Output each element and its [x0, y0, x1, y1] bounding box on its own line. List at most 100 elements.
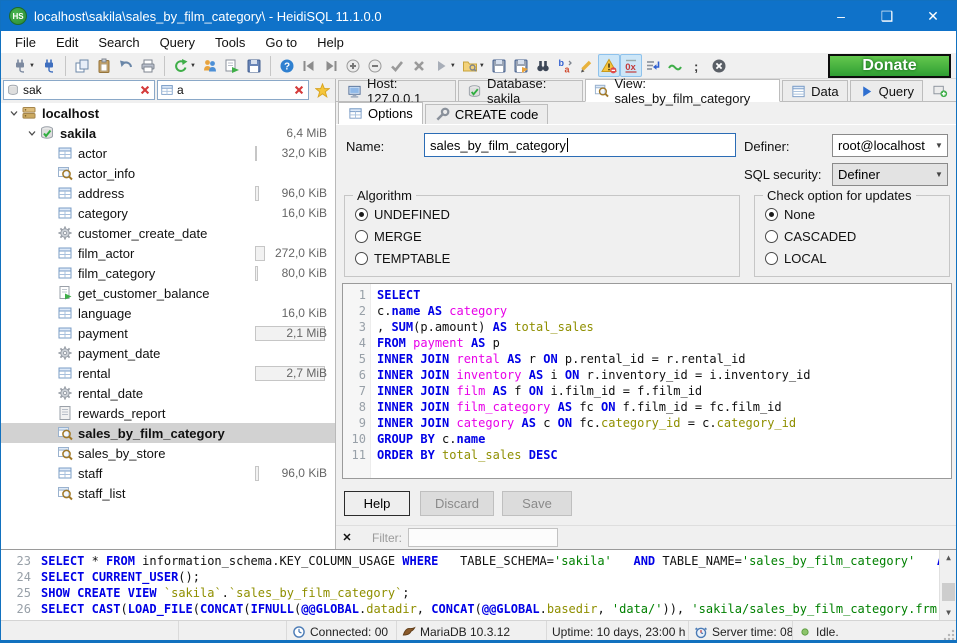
save-button[interactable]: Save	[502, 491, 572, 516]
tree-item-actor-info[interactable]: actor_info	[1, 163, 335, 183]
menu-item-query[interactable]: Query	[150, 33, 205, 52]
definer-combobox[interactable]: root@localhost▼	[832, 134, 948, 157]
log-scrollbar[interactable]: ▲ ▼	[939, 550, 956, 620]
tree-item-rental[interactable]: rental2,7 MiB	[1, 363, 335, 383]
export-database-button[interactable]	[221, 54, 243, 77]
save-sql-as-button[interactable]	[510, 54, 532, 77]
tree-item-address[interactable]: address96,0 KiB	[1, 183, 335, 203]
help-button[interactable]: ?	[276, 54, 298, 77]
refresh-button[interactable]: ▼	[170, 54, 199, 77]
check-option-radio-cascaded[interactable]: CASCADED	[765, 229, 856, 244]
menu-item-file[interactable]: File	[5, 33, 46, 52]
new-query-tab-button[interactable]	[925, 80, 956, 101]
expander-collapse[interactable]	[25, 127, 39, 139]
scroll-down-arrow[interactable]: ▼	[940, 605, 956, 620]
tree-item-film-category[interactable]: film_category80,0 KiB	[1, 263, 335, 283]
first-row-button[interactable]	[298, 54, 320, 77]
tree-item-category[interactable]: category16,0 KiB	[1, 203, 335, 223]
tab-query[interactable]: Query	[850, 80, 923, 101]
chevron-down-icon[interactable]: ▼	[479, 63, 485, 69]
tree-item-rewards-report[interactable]: rewards_report	[1, 403, 335, 423]
filter-input[interactable]	[408, 528, 558, 547]
print-button[interactable]	[137, 54, 159, 77]
paste-button[interactable]	[93, 54, 115, 77]
database-filter-input[interactable]: sak	[3, 80, 155, 100]
maximize-button[interactable]: ❑	[864, 1, 910, 31]
delete-row-button[interactable]	[364, 54, 386, 77]
view-sql-editor[interactable]: 1234567891011 SELECTc.name AS category, …	[342, 283, 952, 479]
tab-database-sakila[interactable]: Database: sakila	[458, 80, 583, 101]
delimiter-button[interactable]: ;	[686, 54, 708, 77]
clear-filter-button[interactable]	[290, 81, 308, 99]
radio-button[interactable]	[355, 252, 368, 265]
radio-button[interactable]	[355, 208, 368, 221]
close-button[interactable]: ✕	[910, 1, 956, 31]
chevron-down-icon[interactable]: ▼	[190, 63, 196, 69]
hex-view-button[interactable]: 0x	[620, 54, 642, 77]
tree-item-language[interactable]: language16,0 KiB	[1, 303, 335, 323]
highlight-button[interactable]	[576, 54, 598, 77]
run-query-button[interactable]: ▼	[430, 54, 459, 77]
sql-security-combobox[interactable]: Definer▼	[832, 163, 948, 186]
expander-collapse[interactable]	[7, 107, 21, 119]
tree-item-customer-create-date[interactable]: customer_create_date	[1, 223, 335, 243]
last-row-button[interactable]	[320, 54, 342, 77]
scroll-up-arrow[interactable]: ▲	[940, 550, 956, 565]
tree-item-payment-date[interactable]: payment_date	[1, 343, 335, 363]
tab-data[interactable]: Data	[782, 80, 847, 101]
menu-item-tools[interactable]: Tools	[205, 33, 255, 52]
clear-filter-button[interactable]	[136, 81, 154, 99]
user-manager-button[interactable]	[199, 54, 221, 77]
tree-item-sales-by-film-category[interactable]: sales_by_film_category	[1, 423, 335, 443]
scroll-thumb[interactable]	[942, 583, 955, 601]
warnings-button[interactable]	[598, 54, 620, 77]
menu-item-help[interactable]: Help	[307, 33, 354, 52]
view-name-input[interactable]: sales_by_film_category	[424, 133, 736, 157]
algorithm-radio-merge[interactable]: MERGE	[355, 229, 422, 244]
menu-item-edit[interactable]: Edit	[46, 33, 88, 52]
tree-item-get-customer-balance[interactable]: get_customer_balance	[1, 283, 335, 303]
subtab-create-code[interactable]: CREATE code	[425, 104, 549, 124]
menu-item-go-to[interactable]: Go to	[255, 33, 307, 52]
algorithm-radio-temptable[interactable]: TEMPTABLE	[355, 251, 450, 266]
tab-host-127-0-0-1[interactable]: Host: 127.0.0.1	[338, 80, 456, 101]
check-option-radio-local[interactable]: LOCAL	[765, 251, 827, 266]
load-sql-file-button[interactable]: ▼	[459, 54, 488, 77]
disconnect-button[interactable]	[38, 54, 60, 77]
algorithm-radio-undefined[interactable]: UNDEFINED	[355, 207, 450, 222]
radio-button[interactable]	[765, 252, 778, 265]
copy-database-button[interactable]	[243, 54, 265, 77]
post-changes-button[interactable]	[386, 54, 408, 77]
subtab-options[interactable]: Options	[338, 102, 423, 124]
tree-item-sales-by-store[interactable]: sales_by_store	[1, 443, 335, 463]
radio-button[interactable]	[355, 230, 368, 243]
filter-close-button[interactable]: ✕	[336, 531, 358, 544]
check-option-radio-none[interactable]: None	[765, 207, 815, 222]
tree-item-localhost[interactable]: localhost	[1, 103, 335, 123]
discard-button[interactable]: Discard	[420, 491, 494, 516]
find-button[interactable]	[532, 54, 554, 77]
table-filter-input[interactable]: a	[157, 80, 309, 100]
reformat-button[interactable]	[664, 54, 686, 77]
tree-item-staff-list[interactable]: staff_list	[1, 483, 335, 503]
cancel-editing-button[interactable]	[408, 54, 430, 77]
copy-button[interactable]	[71, 54, 93, 77]
save-sql-button[interactable]	[488, 54, 510, 77]
menu-item-search[interactable]: Search	[88, 33, 149, 52]
donate-button[interactable]: Donate	[828, 54, 951, 78]
help-button[interactable]: Help	[344, 491, 410, 516]
favorites-button[interactable]	[311, 80, 333, 100]
tab-view-sales-by-film-category[interactable]: View: sales_by_film_category	[585, 79, 780, 102]
tree-item-staff[interactable]: staff96,0 KiB	[1, 463, 335, 483]
tree-item-film-actor[interactable]: film_actor272,0 KiB	[1, 243, 335, 263]
tree-item-actor[interactable]: actor32,0 KiB	[1, 143, 335, 163]
tree-item-rental-date[interactable]: rental_date	[1, 383, 335, 403]
radio-button[interactable]	[765, 230, 778, 243]
chevron-down-icon[interactable]: ▼	[450, 63, 456, 69]
minimize-button[interactable]: –	[818, 1, 864, 31]
undo-button[interactable]	[115, 54, 137, 77]
insert-row-button[interactable]	[342, 54, 364, 77]
chevron-down-icon[interactable]: ▼	[29, 63, 35, 69]
tree-item-payment[interactable]: payment2,1 MiB	[1, 323, 335, 343]
stop-button[interactable]	[708, 54, 730, 77]
